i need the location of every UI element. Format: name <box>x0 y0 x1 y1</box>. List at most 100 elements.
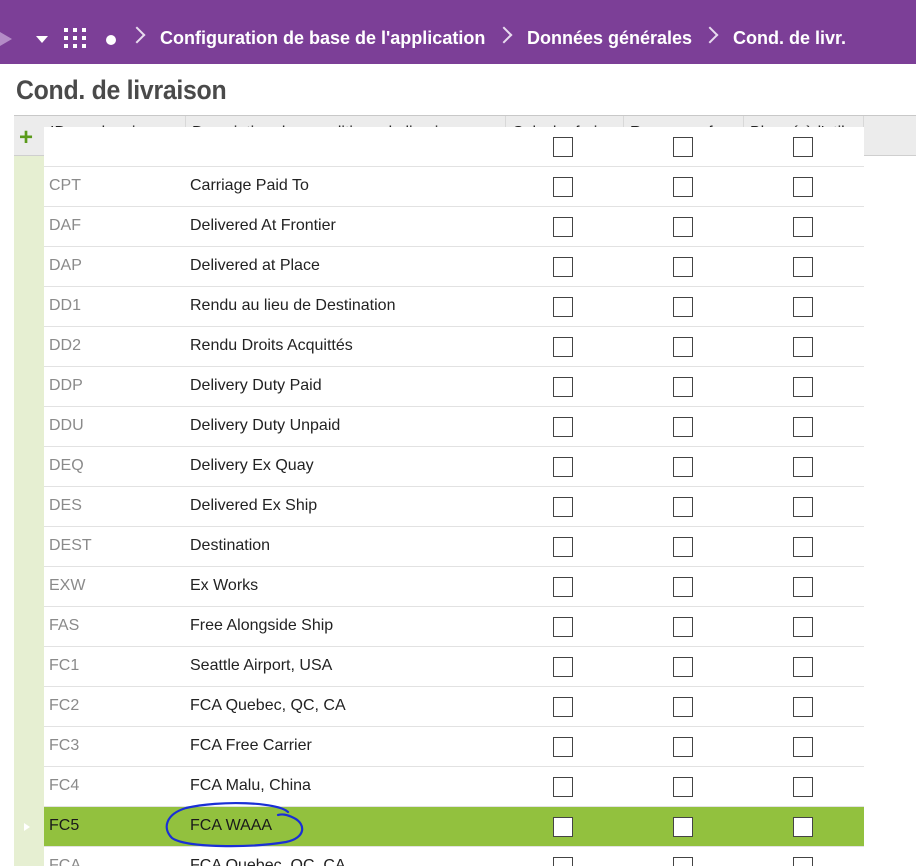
recover-charges-checkbox[interactable] <box>673 497 693 517</box>
delivery-term-description: Rendu au lieu de Destination <box>190 297 396 314</box>
home-dot-icon[interactable] <box>106 35 116 45</box>
recover-charges-checkbox[interactable] <box>673 177 693 197</box>
delivery-term-id: FC5 <box>49 817 80 834</box>
blocked-checkbox[interactable] <box>793 297 813 317</box>
row-checkbox[interactable] <box>553 137 573 157</box>
recover-charges-checkbox[interactable] <box>673 737 693 757</box>
recover-charges-checkbox[interactable] <box>673 777 693 797</box>
breadcrumb-item[interactable]: Configuration de base de l'application <box>160 28 485 49</box>
blocked-checkbox[interactable] <box>793 537 813 557</box>
blocked-checkbox[interactable] <box>793 617 813 637</box>
calculate-charges-checkbox[interactable] <box>553 617 573 637</box>
calculate-charges-checkbox[interactable] <box>553 737 573 757</box>
blocked-checkbox[interactable] <box>793 217 813 237</box>
calculate-charges-checkbox[interactable] <box>553 777 573 797</box>
table-row[interactable]: DDU Delivery Duty Unpaid <box>44 407 864 447</box>
calculate-charges-checkbox[interactable] <box>553 377 573 397</box>
table-row[interactable]: DEQ Delivery Ex Quay <box>44 447 864 487</box>
row-checkbox[interactable] <box>673 137 693 157</box>
blocked-checkbox[interactable] <box>793 497 813 517</box>
table-row[interactable]: DEST Destination <box>44 527 864 567</box>
delivery-term-description: Destination <box>190 537 271 554</box>
table-row[interactable]: FAS Free Alongside Ship <box>44 607 864 647</box>
table-row[interactable]: FC1 Seattle Airport, USA <box>44 647 864 687</box>
blocked-checkbox[interactable] <box>793 777 813 797</box>
collapse-arrow-icon[interactable] <box>0 32 12 46</box>
recover-charges-checkbox[interactable] <box>673 257 693 277</box>
blocked-checkbox[interactable] <box>793 857 813 866</box>
blocked-checkbox[interactable] <box>793 577 813 597</box>
app-grid-icon[interactable] <box>64 28 88 50</box>
breadcrumb-chevron-icon <box>495 26 513 44</box>
calculate-charges-checkbox[interactable] <box>553 697 573 717</box>
calculate-charges-checkbox[interactable] <box>553 857 573 866</box>
calculate-charges-checkbox[interactable] <box>553 337 573 357</box>
recover-charges-checkbox[interactable] <box>673 697 693 717</box>
breadcrumb-item-current[interactable]: Cond. de livr. <box>733 28 846 49</box>
recover-charges-checkbox[interactable] <box>673 617 693 637</box>
blocked-checkbox[interactable] <box>793 377 813 397</box>
delivery-term-id: FC3 <box>49 737 80 754</box>
row-checkbox[interactable] <box>793 137 813 157</box>
recover-charges-checkbox[interactable] <box>673 857 693 866</box>
table-row[interactable]: DAP Delivered at Place <box>44 247 864 287</box>
blocked-checkbox[interactable] <box>793 817 813 837</box>
blocked-checkbox[interactable] <box>793 337 813 357</box>
blocked-checkbox[interactable] <box>793 657 813 677</box>
calculate-charges-checkbox[interactable] <box>553 817 573 837</box>
table-row[interactable]: FC4 FCA Malu, China <box>44 767 864 807</box>
calculate-charges-checkbox[interactable] <box>553 257 573 277</box>
delivery-term-description: FCA Malu, China <box>190 777 311 794</box>
calculate-charges-checkbox[interactable] <box>553 497 573 517</box>
calculate-charges-checkbox[interactable] <box>553 577 573 597</box>
table-row[interactable]: CPT Carriage Paid To <box>44 167 864 207</box>
calculate-charges-checkbox[interactable] <box>553 537 573 557</box>
blocked-checkbox[interactable] <box>793 417 813 437</box>
breadcrumb-item[interactable]: Données générales <box>527 28 692 49</box>
recover-charges-checkbox[interactable] <box>673 577 693 597</box>
delivery-term-id: DDP <box>49 377 83 394</box>
calculate-charges-checkbox[interactable] <box>553 177 573 197</box>
delivery-term-id: DD2 <box>49 337 82 354</box>
recover-charges-checkbox[interactable] <box>673 217 693 237</box>
recover-charges-checkbox[interactable] <box>673 377 693 397</box>
delivery-term-description: Delivered At Frontier <box>190 217 336 234</box>
calculate-charges-checkbox[interactable] <box>553 457 573 477</box>
table-row[interactable] <box>44 127 864 167</box>
table-row[interactable]: FCA FCA Quebec, QC, CA <box>44 847 864 866</box>
calculate-charges-checkbox[interactable] <box>553 657 573 677</box>
recover-charges-checkbox[interactable] <box>673 457 693 477</box>
recover-charges-checkbox[interactable] <box>673 337 693 357</box>
delivery-terms-grid: + ID cond. paiem. Description des condit… <box>14 115 916 866</box>
delivery-term-description: Delivery Ex Quay <box>190 457 314 474</box>
table-row[interactable]: DDP Delivery Duty Paid <box>44 367 864 407</box>
blocked-checkbox[interactable] <box>793 177 813 197</box>
table-row-selected[interactable]: FC5 FCA WAAA <box>44 807 864 847</box>
blocked-checkbox[interactable] <box>793 457 813 477</box>
delivery-term-description: FCA Quebec, QC, CA <box>190 857 346 866</box>
recover-charges-checkbox[interactable] <box>673 817 693 837</box>
table-row[interactable]: EXW Ex Works <box>44 567 864 607</box>
blocked-checkbox[interactable] <box>793 257 813 277</box>
table-row[interactable]: DAF Delivered At Frontier <box>44 207 864 247</box>
top-navigation-bar: Configuration de base de l'application D… <box>0 0 916 64</box>
dropdown-caret-icon[interactable] <box>36 36 48 43</box>
blocked-checkbox[interactable] <box>793 697 813 717</box>
delivery-term-id: FC4 <box>49 777 80 794</box>
calculate-charges-checkbox[interactable] <box>553 417 573 437</box>
table-row[interactable]: FC2 FCA Quebec, QC, CA <box>44 687 864 727</box>
table-row[interactable]: FC3 FCA Free Carrier <box>44 727 864 767</box>
delivery-term-description: FCA Free Carrier <box>190 737 312 754</box>
blocked-checkbox[interactable] <box>793 737 813 757</box>
recover-charges-checkbox[interactable] <box>673 417 693 437</box>
recover-charges-checkbox[interactable] <box>673 537 693 557</box>
calculate-charges-checkbox[interactable] <box>553 217 573 237</box>
table-row[interactable]: DD1 Rendu au lieu de Destination <box>44 287 864 327</box>
recover-charges-checkbox[interactable] <box>673 297 693 317</box>
table-row[interactable]: DES Delivered Ex Ship <box>44 487 864 527</box>
delivery-term-id: DDU <box>49 417 84 434</box>
table-row[interactable]: DD2 Rendu Droits Acquittés <box>44 327 864 367</box>
add-row-icon[interactable]: + <box>19 126 33 150</box>
recover-charges-checkbox[interactable] <box>673 657 693 677</box>
calculate-charges-checkbox[interactable] <box>553 297 573 317</box>
